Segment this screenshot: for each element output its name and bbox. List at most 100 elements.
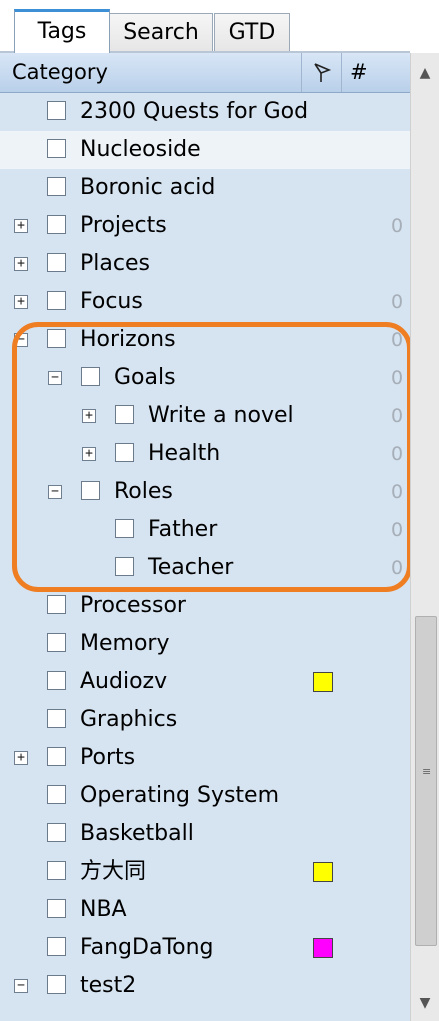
tree-row[interactable]: + Projects 0 bbox=[0, 207, 410, 245]
tree-row[interactable]: + Ports bbox=[0, 739, 410, 777]
row-checkbox[interactable] bbox=[47, 595, 66, 614]
tree-row[interactable]: − Goals 0 bbox=[0, 359, 410, 397]
category-header-label: Category bbox=[12, 60, 108, 84]
row-checkbox[interactable] bbox=[47, 937, 66, 956]
flag-column-header[interactable] bbox=[302, 53, 342, 92]
row-checkbox[interactable] bbox=[47, 785, 66, 804]
row-label: Memory bbox=[80, 631, 170, 656]
tree-row[interactable]: − test2 bbox=[0, 967, 410, 1005]
row-checkbox[interactable] bbox=[47, 291, 66, 310]
row-checkbox[interactable] bbox=[81, 481, 100, 500]
row-checkbox[interactable] bbox=[47, 861, 66, 880]
row-checkbox[interactable] bbox=[47, 139, 66, 158]
row-checkbox[interactable] bbox=[47, 215, 66, 234]
row-label: Basketball bbox=[80, 821, 194, 846]
tree-row[interactable]: Graphics bbox=[0, 701, 410, 739]
expand-icon[interactable]: + bbox=[14, 295, 28, 309]
tree-row[interactable]: Father 0 bbox=[0, 511, 410, 549]
row-checkbox[interactable] bbox=[115, 519, 134, 538]
expand-icon[interactable]: + bbox=[14, 751, 28, 765]
tab-label: Search bbox=[123, 20, 199, 45]
tree-row[interactable]: + Health 0 bbox=[0, 435, 410, 473]
row-count: 0 bbox=[391, 481, 404, 503]
row-label: Teacher bbox=[148, 555, 234, 580]
row-label: NBA bbox=[80, 897, 127, 922]
arrow-up-icon[interactable]: ▲ bbox=[411, 59, 439, 87]
tab-label: Tags bbox=[37, 19, 87, 44]
tree-row[interactable]: 方大同 bbox=[0, 853, 410, 891]
tree-row[interactable]: Teacher 0 bbox=[0, 549, 410, 587]
tree-row[interactable]: − Horizons 0 bbox=[0, 321, 410, 359]
row-checkbox[interactable] bbox=[115, 405, 134, 424]
row-count: 0 bbox=[391, 519, 404, 541]
row-checkbox[interactable] bbox=[47, 253, 66, 272]
count-header-label: # bbox=[350, 60, 368, 84]
tab-bar: Tags Search GTD bbox=[0, 0, 410, 53]
expand-icon[interactable]: + bbox=[82, 447, 96, 461]
scrollbar-thumb[interactable]: ≡ bbox=[415, 616, 437, 946]
tree-row[interactable]: Boronic acid bbox=[0, 169, 410, 207]
collapse-icon[interactable]: − bbox=[14, 979, 28, 993]
row-checkbox[interactable] bbox=[81, 367, 100, 386]
row-label: Processor bbox=[80, 593, 186, 618]
row-label: Boronic acid bbox=[80, 175, 216, 200]
tree-row[interactable]: Processor bbox=[0, 587, 410, 625]
row-checkbox[interactable] bbox=[47, 899, 66, 918]
collapse-icon[interactable]: − bbox=[14, 333, 28, 347]
tree-row[interactable]: NBA bbox=[0, 891, 410, 929]
row-label: Projects bbox=[80, 213, 167, 238]
row-count: 0 bbox=[391, 329, 404, 351]
row-label: Ports bbox=[80, 745, 136, 770]
row-checkbox[interactable] bbox=[115, 443, 134, 462]
collapse-icon[interactable]: − bbox=[48, 371, 62, 385]
expand-icon[interactable]: + bbox=[14, 257, 28, 271]
row-label: test2 bbox=[80, 973, 137, 998]
row-checkbox[interactable] bbox=[47, 747, 66, 766]
tab-search[interactable]: Search bbox=[109, 13, 213, 51]
tree-row[interactable]: Memory bbox=[0, 625, 410, 663]
row-label: 2300 Quests for God bbox=[80, 99, 309, 124]
tab-tags[interactable]: Tags bbox=[14, 9, 110, 53]
color-swatch[interactable] bbox=[313, 938, 333, 958]
color-swatch[interactable] bbox=[313, 672, 333, 692]
row-label: Horizons bbox=[80, 327, 176, 352]
collapse-icon[interactable]: − bbox=[48, 485, 62, 499]
row-checkbox[interactable] bbox=[115, 557, 134, 576]
tree-row[interactable]: + Focus 0 bbox=[0, 283, 410, 321]
row-checkbox[interactable] bbox=[47, 633, 66, 652]
row-checkbox[interactable] bbox=[47, 671, 66, 690]
row-label: Operating System bbox=[80, 783, 280, 808]
row-label: Father bbox=[148, 517, 218, 542]
row-checkbox[interactable] bbox=[47, 975, 66, 994]
row-checkbox[interactable] bbox=[47, 177, 66, 196]
row-label: Roles bbox=[114, 479, 173, 504]
tree-row[interactable]: + Write a novel 0 bbox=[0, 397, 410, 435]
row-label: Focus bbox=[80, 289, 143, 314]
row-count: 0 bbox=[391, 443, 404, 465]
column-header: Category # bbox=[0, 53, 410, 93]
color-swatch[interactable] bbox=[313, 862, 333, 882]
category-tree-panel: Category # 2300 Quests for God Nucleoside… bbox=[0, 53, 410, 1021]
row-checkbox[interactable] bbox=[47, 823, 66, 842]
category-column-header[interactable]: Category bbox=[0, 53, 302, 92]
expand-icon[interactable]: + bbox=[14, 219, 28, 233]
tree-row[interactable]: FangDaTong bbox=[0, 929, 410, 967]
tab-gtd[interactable]: GTD bbox=[214, 13, 290, 51]
tree-row[interactable]: + Places bbox=[0, 245, 410, 283]
row-count: 0 bbox=[391, 557, 404, 579]
tree-row[interactable]: Operating System bbox=[0, 777, 410, 815]
tree-row[interactable]: Nucleoside bbox=[0, 131, 410, 169]
row-checkbox[interactable] bbox=[47, 329, 66, 348]
row-count: 0 bbox=[391, 291, 404, 313]
expand-icon[interactable]: + bbox=[82, 409, 96, 423]
arrow-down-icon[interactable]: ▼ bbox=[411, 989, 439, 1017]
count-column-header[interactable]: # bbox=[342, 53, 410, 92]
vertical-scrollbar[interactable]: ▲ ≡ ▼ bbox=[410, 53, 439, 1021]
row-checkbox[interactable] bbox=[47, 101, 66, 120]
tree-row[interactable]: − Roles 0 bbox=[0, 473, 410, 511]
tree-row[interactable]: Audiozv bbox=[0, 663, 410, 701]
tree-row[interactable]: Basketball bbox=[0, 815, 410, 853]
row-label: Health bbox=[148, 441, 221, 466]
tree-row[interactable]: 2300 Quests for God bbox=[0, 93, 410, 131]
row-checkbox[interactable] bbox=[47, 709, 66, 728]
